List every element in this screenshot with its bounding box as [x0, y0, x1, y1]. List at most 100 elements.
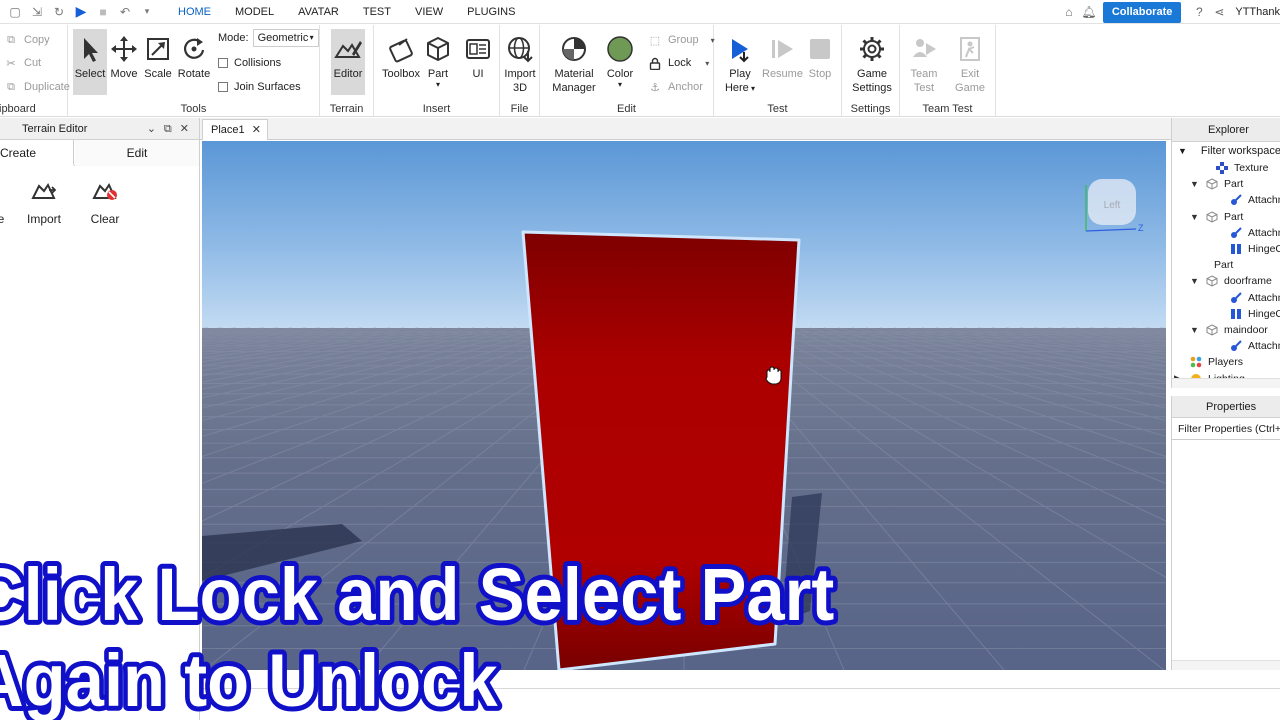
- lock-icon: [648, 56, 662, 70]
- explorer-tree-item[interactable]: ▼ Part: [1172, 176, 1280, 192]
- explorer-tree-item[interactable]: ▼ doorframe: [1172, 273, 1280, 289]
- color-button[interactable]: Color ▾: [602, 29, 638, 89]
- explorer-tree-item[interactable]: Attachm: [1172, 225, 1280, 241]
- undock-icon[interactable]: ⧉: [164, 118, 172, 140]
- redo-disabled-icon[interactable]: ↻: [48, 1, 70, 23]
- tab-edit[interactable]: Edit: [75, 140, 199, 166]
- part-button[interactable]: Part ▾: [420, 29, 456, 89]
- explorer-tree-item[interactable]: HingeC: [1172, 306, 1280, 322]
- anchor-button[interactable]: ⚓︎ Anchor: [648, 78, 703, 96]
- save-icon[interactable]: ⇲: [26, 1, 48, 23]
- undo-icon[interactable]: ↶: [114, 1, 136, 23]
- explorer-filter-input[interactable]: ▼ Filter workspace (: [1172, 142, 1280, 160]
- game-settings-label-1: Game: [857, 68, 887, 80]
- collaborate-button[interactable]: Collaborate: [1102, 1, 1182, 23]
- file-icon[interactable]: ▢: [4, 1, 26, 23]
- color-dropdown-icon[interactable]: ▾: [602, 81, 638, 89]
- material-manager-button[interactable]: Material Manager: [552, 29, 596, 95]
- play-icon[interactable]: ▶: [70, 1, 92, 23]
- close-tab-icon[interactable]: ✕: [252, 120, 261, 140]
- properties-horizontal-scrollbar[interactable]: [1172, 660, 1280, 670]
- view-cube-left-label: Left: [1104, 200, 1121, 211]
- explorer-horizontal-scrollbar[interactable]: [1172, 378, 1280, 388]
- explorer-tree-item[interactable]: Attachm: [1172, 290, 1280, 306]
- terrain-editor-tabs: Create Edit: [0, 140, 199, 166]
- explorer-item-label: Attachm: [1248, 340, 1280, 353]
- explorer-tree-item[interactable]: Texture: [1172, 160, 1280, 176]
- terrain-editor-label: Editor: [333, 68, 363, 80]
- tab-create[interactable]: Create: [0, 140, 74, 166]
- explorer-tree-item[interactable]: Attachm: [1172, 338, 1280, 354]
- expand-arrow-icon[interactable]: ▼: [1190, 179, 1199, 189]
- terrain-clear-icon: [92, 182, 117, 200]
- share-icon[interactable]: ⋖: [1209, 5, 1229, 19]
- explorer-tree-item[interactable]: ▼ Part: [1172, 209, 1280, 225]
- tab-model[interactable]: MODEL: [223, 0, 286, 24]
- duplicate-button[interactable]: ⧉ Duplicate: [4, 78, 70, 96]
- menu-right: ⌂ 🔔︎ Collaborate ? ⋖ YTThank: [1059, 0, 1280, 24]
- tab-avatar[interactable]: AVATAR: [286, 0, 351, 24]
- toolbox-button[interactable]: Toolbox: [382, 29, 420, 81]
- play-dropdown-icon[interactable]: ▾: [749, 84, 755, 93]
- move-icon: [111, 36, 137, 62]
- part-dropdown-icon[interactable]: ▾: [420, 81, 456, 89]
- collisions-toggle[interactable]: Collisions: [218, 54, 281, 72]
- explorer-tree-item[interactable]: Part: [1172, 257, 1280, 273]
- explorer-tree-item[interactable]: Players: [1172, 354, 1280, 370]
- clear-tool[interactable]: Clear: [88, 178, 122, 226]
- filter-icon[interactable]: ▼: [1178, 142, 1187, 160]
- import-label: Import: [26, 212, 61, 226]
- tab-test[interactable]: TEST: [351, 0, 403, 24]
- move-tool-button[interactable]: Move: [106, 29, 142, 81]
- tab-home[interactable]: HOME: [166, 0, 223, 24]
- notifications-icon[interactable]: 🔔︎: [1079, 5, 1099, 19]
- rotate-label: Rotate: [177, 68, 211, 80]
- tab-plugins[interactable]: PLUGINS: [455, 0, 527, 24]
- file-group: Import 3D File: [500, 25, 540, 117]
- play-here-button[interactable]: Play Here ▾: [722, 29, 758, 96]
- collapse-ribbon-icon[interactable]: ⌂: [1059, 5, 1079, 19]
- ui-button[interactable]: UI: [460, 29, 496, 81]
- expand-arrow-icon[interactable]: ▼: [1190, 325, 1199, 335]
- explorer-tree-item[interactable]: HingeC: [1172, 241, 1280, 257]
- lock-dropdown-icon[interactable]: ▾: [705, 59, 709, 68]
- scale-tool-button[interactable]: Scale: [140, 29, 176, 81]
- 3d-viewport[interactable]: Left Z: [202, 141, 1166, 670]
- explorer-tree-item[interactable]: Attachm: [1172, 192, 1280, 208]
- place1-tab[interactable]: Place1 ✕: [202, 119, 268, 140]
- team-test-button[interactable]: Team Test: [906, 29, 942, 95]
- exit-game-button[interactable]: Exit Game: [952, 29, 988, 95]
- properties-filter-input[interactable]: Filter Properties (Ctrl+S: [1172, 418, 1280, 440]
- close-icon[interactable]: ✕: [180, 118, 189, 140]
- dropdown-arrow-icon[interactable]: ▾: [136, 1, 158, 23]
- select-tool-button[interactable]: Select: [73, 29, 107, 95]
- import-tool[interactable]: Import: [24, 178, 64, 226]
- stop-button[interactable]: Stop: [802, 29, 838, 81]
- explorer-tree-item[interactable]: ▼ maindoor: [1172, 322, 1280, 338]
- copy-button[interactable]: ⧉ Copy: [4, 31, 50, 49]
- expand-arrow-icon[interactable]: ▼: [1190, 276, 1199, 286]
- tab-view[interactable]: VIEW: [403, 0, 455, 24]
- duplicate-label: Duplicate: [24, 81, 70, 93]
- game-settings-button[interactable]: Game Settings: [850, 29, 894, 95]
- group-button[interactable]: ⬚ Group ▾: [648, 31, 715, 49]
- resume-button[interactable]: Resume: [762, 29, 803, 81]
- username[interactable]: YTThank: [1235, 6, 1280, 18]
- generate-tool[interactable]: e: [0, 178, 8, 226]
- stop-icon[interactable]: ■: [92, 1, 114, 23]
- join-surfaces-toggle[interactable]: Join Surfaces: [218, 78, 301, 96]
- terrain-editor-button[interactable]: Editor: [331, 29, 365, 95]
- expand-arrow-icon[interactable]: ▼: [1190, 212, 1199, 222]
- cut-button[interactable]: ✂ Cut: [4, 54, 41, 72]
- lock-button[interactable]: Lock ▾: [648, 54, 709, 72]
- chevron-down-icon[interactable]: ⌄: [147, 118, 156, 140]
- help-icon[interactable]: ?: [1189, 5, 1209, 19]
- maindoor-part[interactable]: [521, 230, 801, 670]
- exit-game-label-2: Game: [955, 82, 985, 94]
- rotate-icon: [184, 38, 205, 59]
- import-3d-button[interactable]: Import 3D: [502, 29, 538, 95]
- join-surfaces-checkbox[interactable]: [218, 82, 228, 92]
- mode-select[interactable]: Geometric ▾: [252, 29, 319, 47]
- collisions-checkbox[interactable]: [218, 58, 228, 68]
- rotate-tool-button[interactable]: Rotate: [176, 29, 212, 81]
